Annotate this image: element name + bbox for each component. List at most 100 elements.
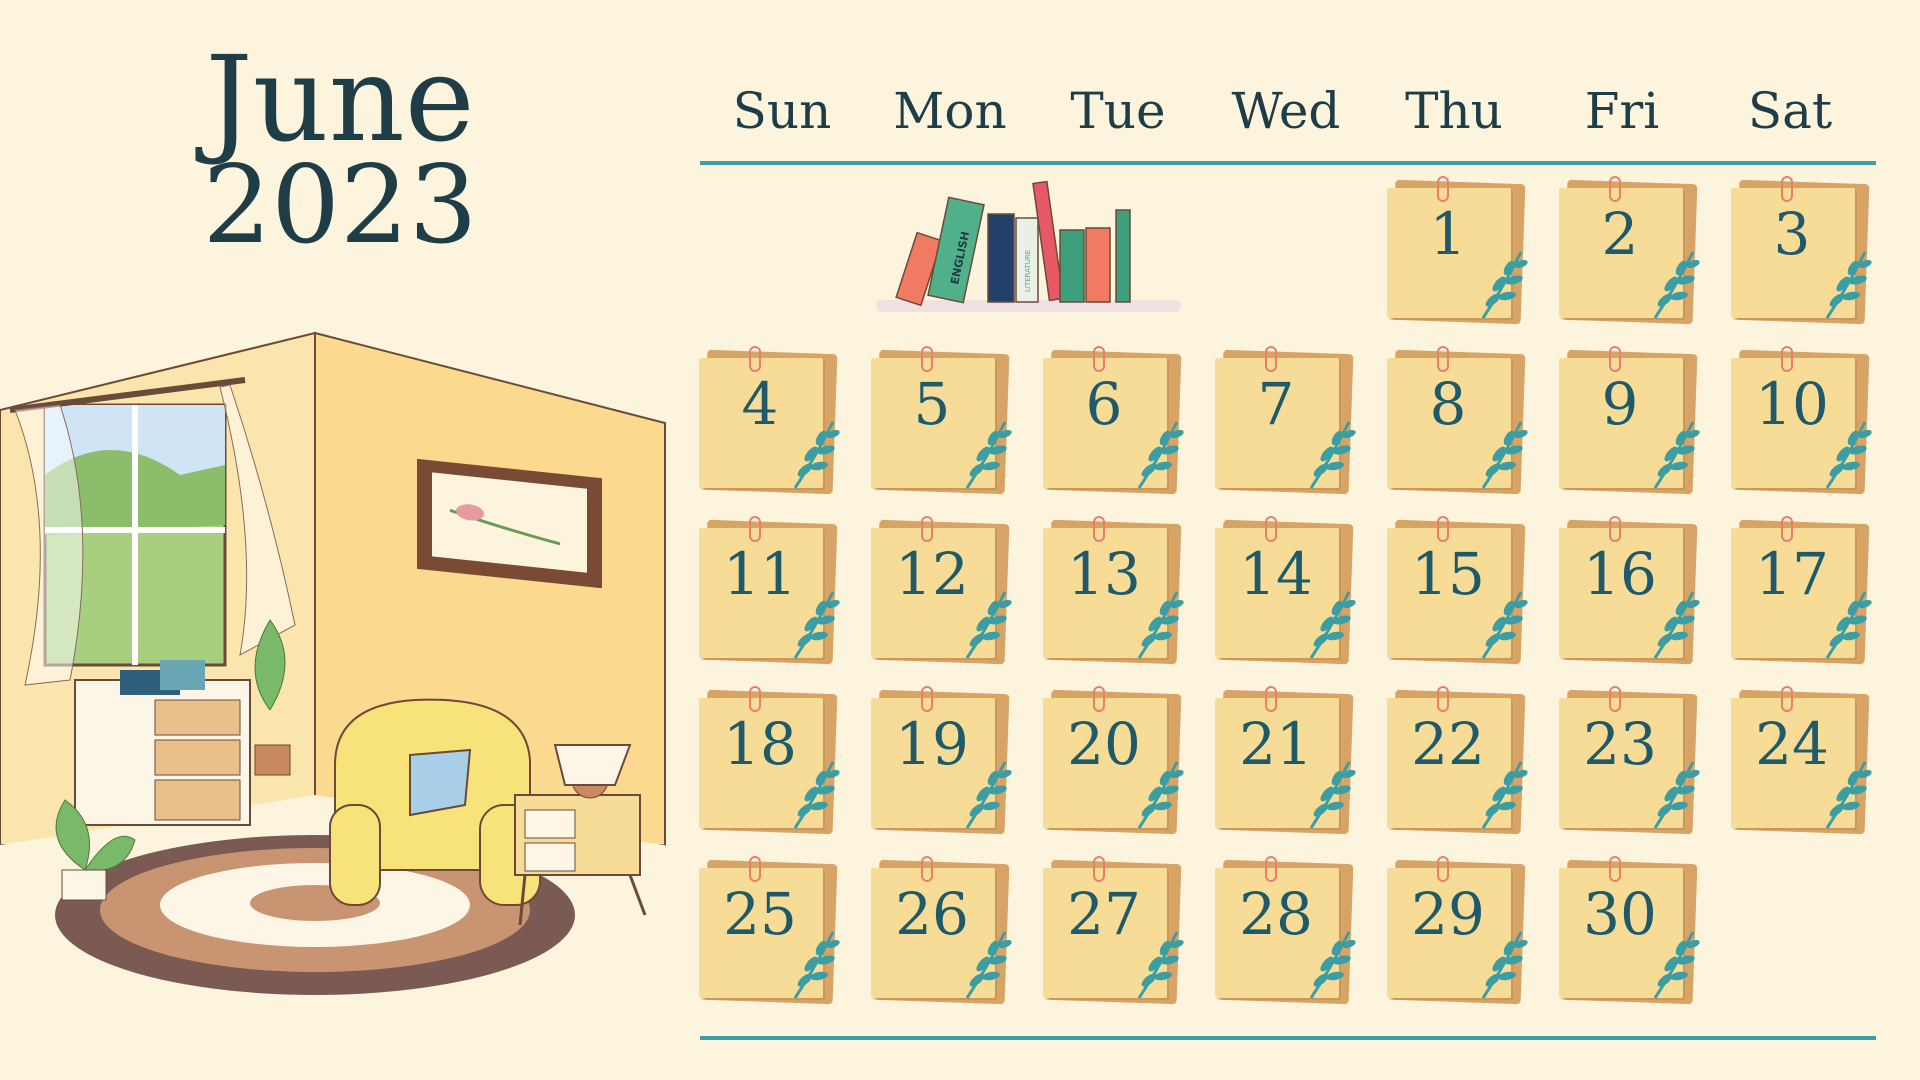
pin-icon bbox=[1609, 346, 1621, 372]
pin-icon bbox=[1265, 516, 1277, 542]
weekday-sun: Sun bbox=[732, 82, 832, 140]
day-cell[interactable]: 25 bbox=[697, 856, 847, 1008]
day-cell[interactable]: 29 bbox=[1385, 856, 1535, 1008]
leaf-icon bbox=[1481, 251, 1528, 319]
day-cell[interactable]: 6 bbox=[1041, 346, 1191, 498]
leaf-icon bbox=[1481, 761, 1528, 829]
pin-icon bbox=[1437, 176, 1449, 202]
pin-icon bbox=[1437, 856, 1449, 882]
pin-icon bbox=[921, 516, 933, 542]
pin-icon bbox=[921, 686, 933, 712]
leaf-icon bbox=[1309, 421, 1356, 489]
day-cell[interactable]: 9 bbox=[1557, 346, 1707, 498]
pin-icon bbox=[749, 686, 761, 712]
pin-icon bbox=[1437, 346, 1449, 372]
leaf-icon bbox=[1653, 761, 1700, 829]
leaf-icon bbox=[1653, 591, 1700, 659]
pin-icon bbox=[1781, 516, 1793, 542]
leaf-icon bbox=[1825, 591, 1872, 659]
leaf-icon bbox=[1481, 931, 1528, 999]
day-cell[interactable]: 21 bbox=[1213, 686, 1363, 838]
pin-icon bbox=[1093, 346, 1105, 372]
leaf-icon bbox=[1481, 421, 1528, 489]
weekday-mon: Mon bbox=[893, 82, 1007, 140]
leaf-icon bbox=[793, 591, 840, 659]
pin-icon bbox=[1093, 516, 1105, 542]
pin-icon bbox=[749, 346, 761, 372]
day-cell[interactable]: 28 bbox=[1213, 856, 1363, 1008]
weekday-fri: Fri bbox=[1584, 82, 1660, 140]
day-cell[interactable]: 18 bbox=[697, 686, 847, 838]
day-cell[interactable]: 23 bbox=[1557, 686, 1707, 838]
day-cell[interactable]: 4 bbox=[697, 346, 847, 498]
day-cell[interactable]: 24 bbox=[1729, 686, 1879, 838]
pin-icon bbox=[1265, 856, 1277, 882]
day-cell[interactable]: 5 bbox=[869, 346, 1019, 498]
day-cell[interactable]: 17 bbox=[1729, 516, 1879, 668]
day-cell[interactable]: 14 bbox=[1213, 516, 1363, 668]
pin-icon bbox=[749, 516, 761, 542]
day-cell[interactable]: 16 bbox=[1557, 516, 1707, 668]
day-cell[interactable]: 15 bbox=[1385, 516, 1535, 668]
day-cell[interactable]: 2 bbox=[1557, 176, 1707, 328]
leaf-icon bbox=[1137, 591, 1184, 659]
leaf-icon bbox=[1825, 251, 1872, 319]
header-divider bbox=[700, 161, 1876, 165]
pin-icon bbox=[1609, 856, 1621, 882]
leaf-icon bbox=[1825, 761, 1872, 829]
leaf-icon bbox=[1309, 761, 1356, 829]
day-cell[interactable]: 12 bbox=[869, 516, 1019, 668]
leaf-icon bbox=[793, 931, 840, 999]
day-cell[interactable]: 27 bbox=[1041, 856, 1191, 1008]
pin-icon bbox=[1781, 346, 1793, 372]
leaf-icon bbox=[965, 761, 1012, 829]
pin-icon bbox=[1093, 686, 1105, 712]
weekday-header: Sun Mon Tue Wed Thu Fri Sat bbox=[700, 82, 1876, 152]
month-label: June bbox=[205, 30, 475, 168]
weekday-thu: Thu bbox=[1405, 82, 1503, 140]
calendar-title: June 2023 bbox=[170, 40, 510, 260]
pin-icon bbox=[1265, 346, 1277, 372]
day-cell[interactable]: 30 bbox=[1557, 856, 1707, 1008]
leaf-icon bbox=[1309, 591, 1356, 659]
leaf-icon bbox=[965, 591, 1012, 659]
year-label: 2023 bbox=[202, 143, 478, 268]
pin-icon bbox=[1781, 686, 1793, 712]
pin-icon bbox=[1609, 516, 1621, 542]
leaf-icon bbox=[793, 421, 840, 489]
day-cell[interactable]: 11 bbox=[697, 516, 847, 668]
day-cell[interactable]: 19 bbox=[869, 686, 1019, 838]
weekday-tue: Tue bbox=[1070, 82, 1166, 140]
footer-divider bbox=[700, 1036, 1876, 1040]
pin-icon bbox=[921, 346, 933, 372]
leaf-icon bbox=[965, 931, 1012, 999]
pin-icon bbox=[1609, 176, 1621, 202]
leaf-icon bbox=[1137, 761, 1184, 829]
day-cell[interactable]: 26 bbox=[869, 856, 1019, 1008]
leaf-icon bbox=[793, 761, 840, 829]
pin-icon bbox=[1437, 686, 1449, 712]
weekday-sat: Sat bbox=[1747, 82, 1833, 140]
leaf-icon bbox=[1309, 931, 1356, 999]
day-cell[interactable]: 8 bbox=[1385, 346, 1535, 498]
pin-icon bbox=[1609, 686, 1621, 712]
pin-icon bbox=[1265, 686, 1277, 712]
day-cell[interactable]: 3 bbox=[1729, 176, 1879, 328]
room-illustration bbox=[0, 331, 666, 1005]
day-cell[interactable]: 22 bbox=[1385, 686, 1535, 838]
day-cell[interactable]: 10 bbox=[1729, 346, 1879, 498]
leaf-icon bbox=[1481, 591, 1528, 659]
weekday-wed: Wed bbox=[1231, 82, 1341, 140]
calendar-grid: 1 2 3 4 5 6 7 8 9 10 11 12 13 14 15 16 17 18 19 20 21 22 23 24 2… bbox=[697, 176, 1879, 1008]
pin-icon bbox=[1093, 856, 1105, 882]
day-cell[interactable]: 13 bbox=[1041, 516, 1191, 668]
day-cell[interactable]: 7 bbox=[1213, 346, 1363, 498]
pin-icon bbox=[749, 856, 761, 882]
pin-icon bbox=[921, 856, 933, 882]
day-cell[interactable]: 20 bbox=[1041, 686, 1191, 838]
day-cell[interactable]: 1 bbox=[1385, 176, 1535, 328]
leaf-icon bbox=[1653, 251, 1700, 319]
pin-icon bbox=[1437, 516, 1449, 542]
leaf-icon bbox=[1653, 931, 1700, 999]
leaf-icon bbox=[1653, 421, 1700, 489]
